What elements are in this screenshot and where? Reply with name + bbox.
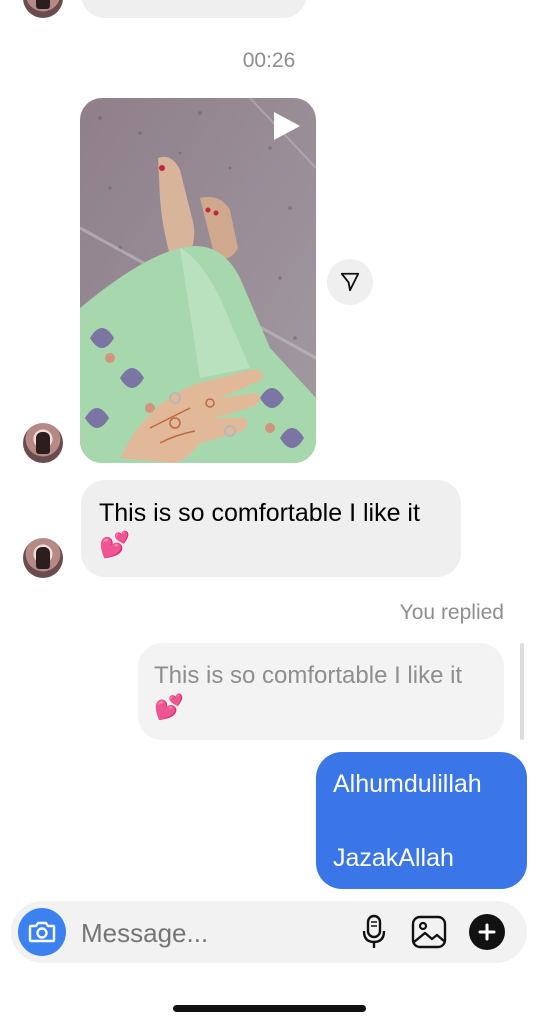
reply-indicator-bar xyxy=(520,643,524,740)
camera-icon xyxy=(28,920,56,944)
quoted-reply-text: This is so comfortable I like it 💕 xyxy=(154,662,463,721)
add-button[interactable] xyxy=(469,914,505,950)
gallery-icon xyxy=(411,914,447,950)
play-icon[interactable] xyxy=(270,110,302,142)
sender-avatar[interactable] xyxy=(23,423,63,463)
camera-button[interactable] xyxy=(18,908,66,956)
share-button[interactable] xyxy=(327,259,373,305)
quoted-reply-bubble[interactable]: This is so comfortable I like it 💕 xyxy=(138,643,504,740)
share-icon xyxy=(339,271,361,293)
video-thumbnail xyxy=(80,98,316,463)
thread-timestamp: 00:26 xyxy=(242,49,296,72)
previous-message-bubble xyxy=(81,0,307,18)
video-message[interactable] xyxy=(80,98,316,463)
outgoing-message-line2: JazakAllah xyxy=(333,844,454,872)
sender-avatar-2[interactable] xyxy=(23,538,63,578)
you-replied-label: You replied xyxy=(399,601,504,624)
message-input[interactable] xyxy=(79,913,343,953)
incoming-message-bubble[interactable]: This is so comfortable I like it💕 xyxy=(81,480,461,577)
microphone-icon xyxy=(361,914,387,950)
outgoing-message-line1: Alhumdulillah xyxy=(333,770,482,798)
message-composer xyxy=(11,901,527,963)
home-indicator[interactable] xyxy=(173,1005,366,1012)
incoming-message-text: This is so comfortable I like it💕 xyxy=(99,499,420,559)
sender-avatar-top[interactable] xyxy=(23,0,63,18)
gallery-button[interactable] xyxy=(410,913,448,951)
outgoing-message-bubble[interactable]: Alhumdulillah JazakAllah xyxy=(316,752,527,889)
microphone-button[interactable] xyxy=(358,913,390,951)
plus-icon xyxy=(478,923,496,941)
